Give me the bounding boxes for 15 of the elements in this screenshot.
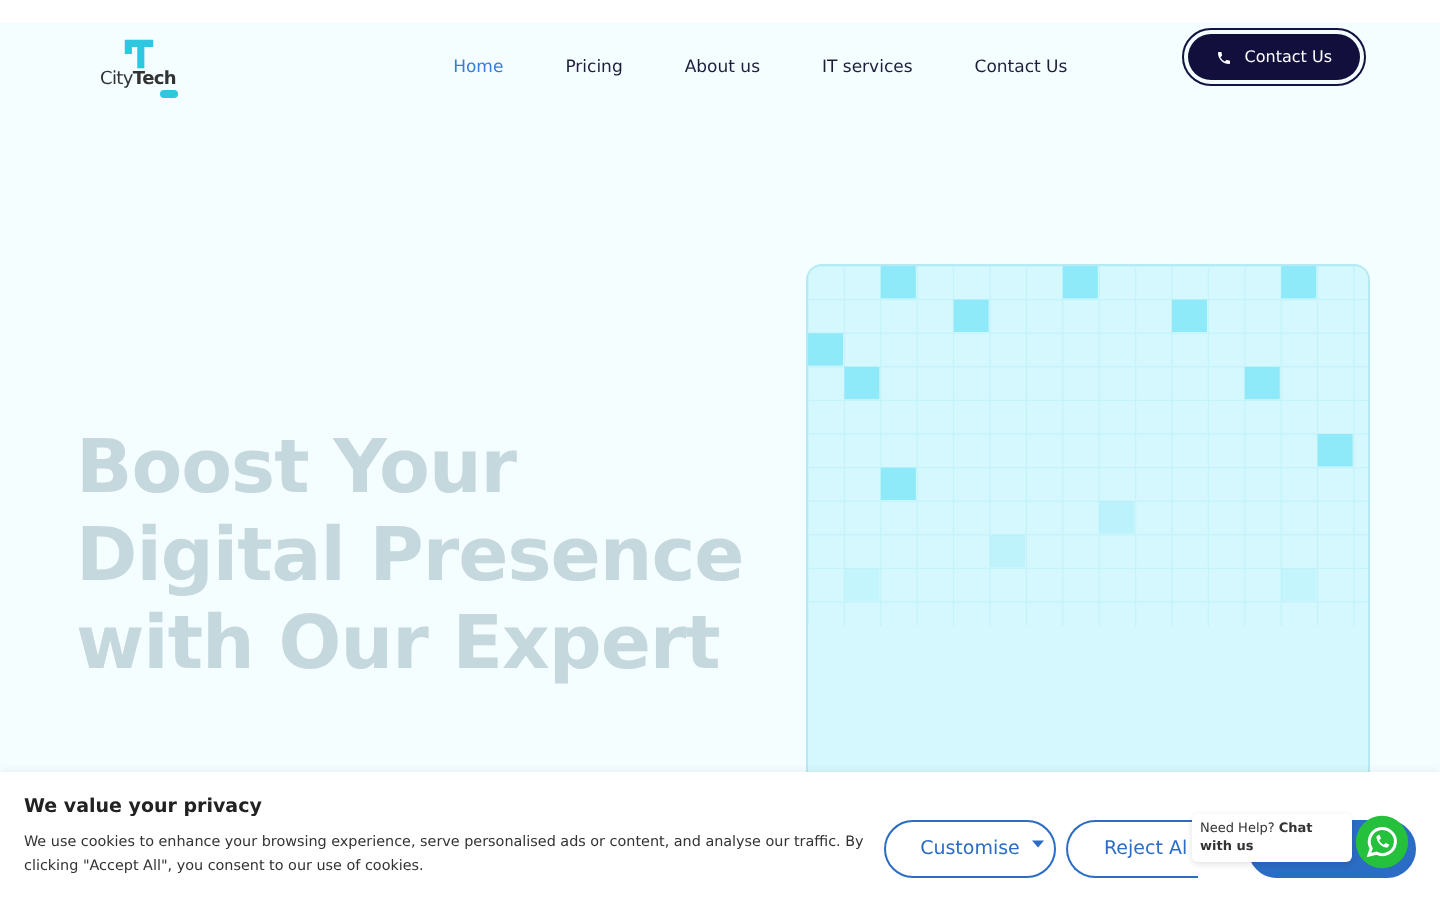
nav-link[interactable]: About us — [684, 57, 760, 77]
nav-link[interactable]: Home — [453, 57, 504, 77]
logo-badge — [160, 89, 178, 97]
customise-button[interactable]: Customise — [884, 820, 1056, 878]
reject-button[interactable]: Reject Al — [1066, 820, 1198, 878]
chat-button-tooltip[interactable] — [1354, 814, 1410, 870]
caret-icon — [1032, 840, 1044, 848]
cookie-title: We value your privacy — [24, 795, 264, 817]
logo-text: CityTech — [99, 69, 177, 89]
phone-icon — [1216, 49, 1233, 65]
contact-button[interactable]: Contact Us — [1188, 34, 1360, 80]
logo-icon — [119, 37, 157, 69]
nav-link[interactable]: IT services — [822, 57, 913, 77]
nav-link[interactable]: Contact Us — [974, 57, 1068, 77]
nav-link[interactable]: Pricing — [565, 57, 623, 77]
